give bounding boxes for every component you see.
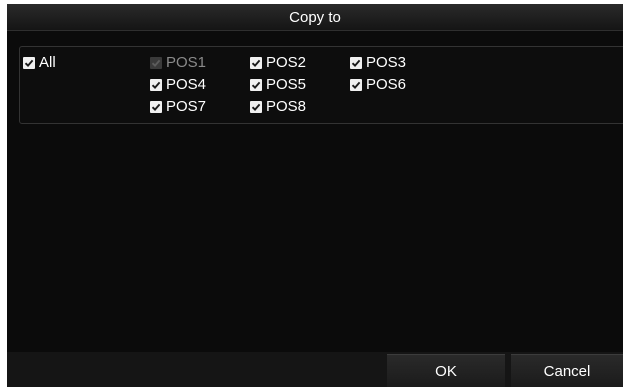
checkbox-pos8-label: POS8 [266,98,307,115]
checkbox-pos4[interactable]: POS4 [150,76,206,94]
dialog-title: Copy to [7,4,623,31]
copy-to-dialog: Copy to All POS1 POS2 POS3 POS4 POS5 POS… [7,4,623,387]
checkbox-pos6-label: POS6 [366,76,407,93]
check-icon [250,101,262,113]
checkbox-pos1: POS1 [150,54,206,72]
checkbox-all-label: All [39,54,56,71]
pos-selection-group: All POS1 POS2 POS3 POS4 POS5 POS6 POS7 P… [19,46,623,124]
checkbox-pos4-label: POS4 [166,76,207,93]
checkbox-pos5-label: POS5 [266,76,307,93]
check-icon [150,101,162,113]
dialog-footer: OK Cancel [7,352,623,387]
check-icon [250,79,262,91]
checkbox-pos7[interactable]: POS7 [150,98,206,116]
check-icon [150,79,162,91]
check-icon [250,57,262,69]
checkbox-pos3[interactable]: POS3 [350,54,406,72]
checkbox-pos2[interactable]: POS2 [250,54,306,72]
checkbox-pos3-label: POS3 [366,54,407,71]
cancel-button[interactable]: Cancel [511,354,623,387]
check-icon [350,79,362,91]
check-icon [23,57,35,69]
checkbox-pos6[interactable]: POS6 [350,76,406,94]
checkbox-pos2-label: POS2 [266,54,307,71]
checkbox-pos8[interactable]: POS8 [250,98,306,116]
check-icon [150,57,162,69]
checkbox-pos1-label: POS1 [166,54,207,71]
check-icon [350,57,362,69]
dialog-content: All POS1 POS2 POS3 POS4 POS5 POS6 POS7 P… [7,31,623,351]
ok-button[interactable]: OK [387,354,505,387]
checkbox-pos5[interactable]: POS5 [250,76,306,94]
checkbox-pos7-label: POS7 [166,98,207,115]
checkbox-all[interactable]: All [23,54,56,72]
